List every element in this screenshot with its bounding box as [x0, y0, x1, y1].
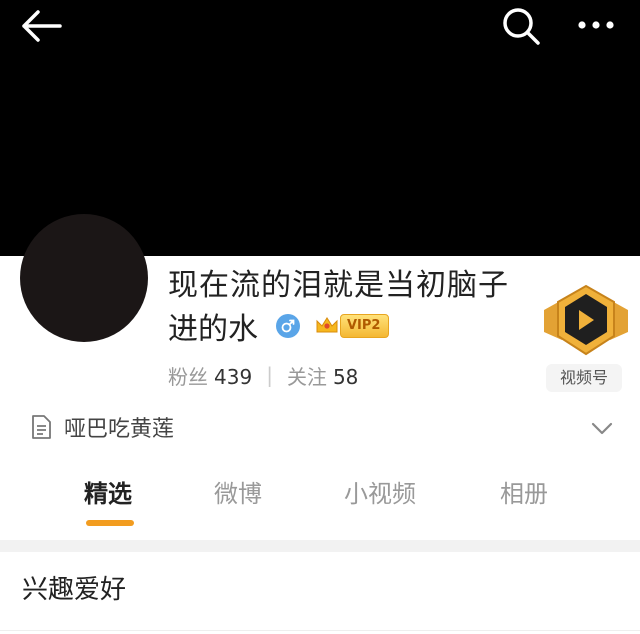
followers-link[interactable]: 粉丝 439 — [168, 361, 252, 390]
bio-text: 哑巴吃黄莲 — [64, 417, 175, 442]
more-button[interactable] — [570, 10, 622, 40]
following-count: 58 — [332, 364, 359, 389]
video-channel-label: 视频号 — [546, 364, 622, 392]
avatar[interactable] — [20, 214, 148, 342]
vip-badge[interactable]: VIP2 — [314, 313, 390, 339]
crown-icon — [316, 317, 338, 333]
username-continued: 进的水 — [168, 312, 258, 347]
chevron-down-icon — [591, 422, 613, 435]
tab-albums[interactable]: 相册 — [500, 474, 548, 514]
active-tab-indicator — [86, 520, 134, 526]
video-channel-button[interactable]: 视频号 — [536, 280, 636, 394]
following-label: 关注 — [286, 364, 327, 389]
followers-label: 粉丝 — [168, 364, 208, 389]
document-icon — [32, 415, 51, 439]
video-channel-icon — [544, 284, 628, 356]
search-button[interactable] — [498, 4, 544, 46]
divider — [0, 630, 640, 631]
back-arrow-icon — [22, 10, 62, 42]
tab-featured[interactable]: 精选 — [84, 474, 132, 514]
tab-short-videos[interactable]: 小视频 — [344, 474, 416, 514]
username-line2: 进的水 VIP2 — [168, 306, 390, 347]
following-link[interactable]: 关注 58 — [287, 361, 358, 390]
bio: 哑巴吃黄莲 — [30, 410, 174, 444]
followers-count: 439 — [214, 364, 253, 389]
expand-bio-button[interactable] — [588, 416, 616, 440]
search-icon — [503, 8, 540, 45]
stats-separator: | — [266, 363, 273, 387]
section-divider — [0, 540, 640, 552]
username: 现在流的泪就是当初脑子 — [168, 268, 509, 303]
vip-label: VIP2 — [340, 314, 390, 338]
profile-stats: 粉丝 439 | 关注 58 — [168, 360, 358, 390]
more-icon — [578, 21, 614, 29]
back-button[interactable] — [20, 8, 64, 44]
male-icon — [276, 314, 300, 338]
section-title-interests: 兴趣爱好 — [22, 575, 127, 605]
tab-weibo[interactable]: 微博 — [214, 474, 262, 514]
